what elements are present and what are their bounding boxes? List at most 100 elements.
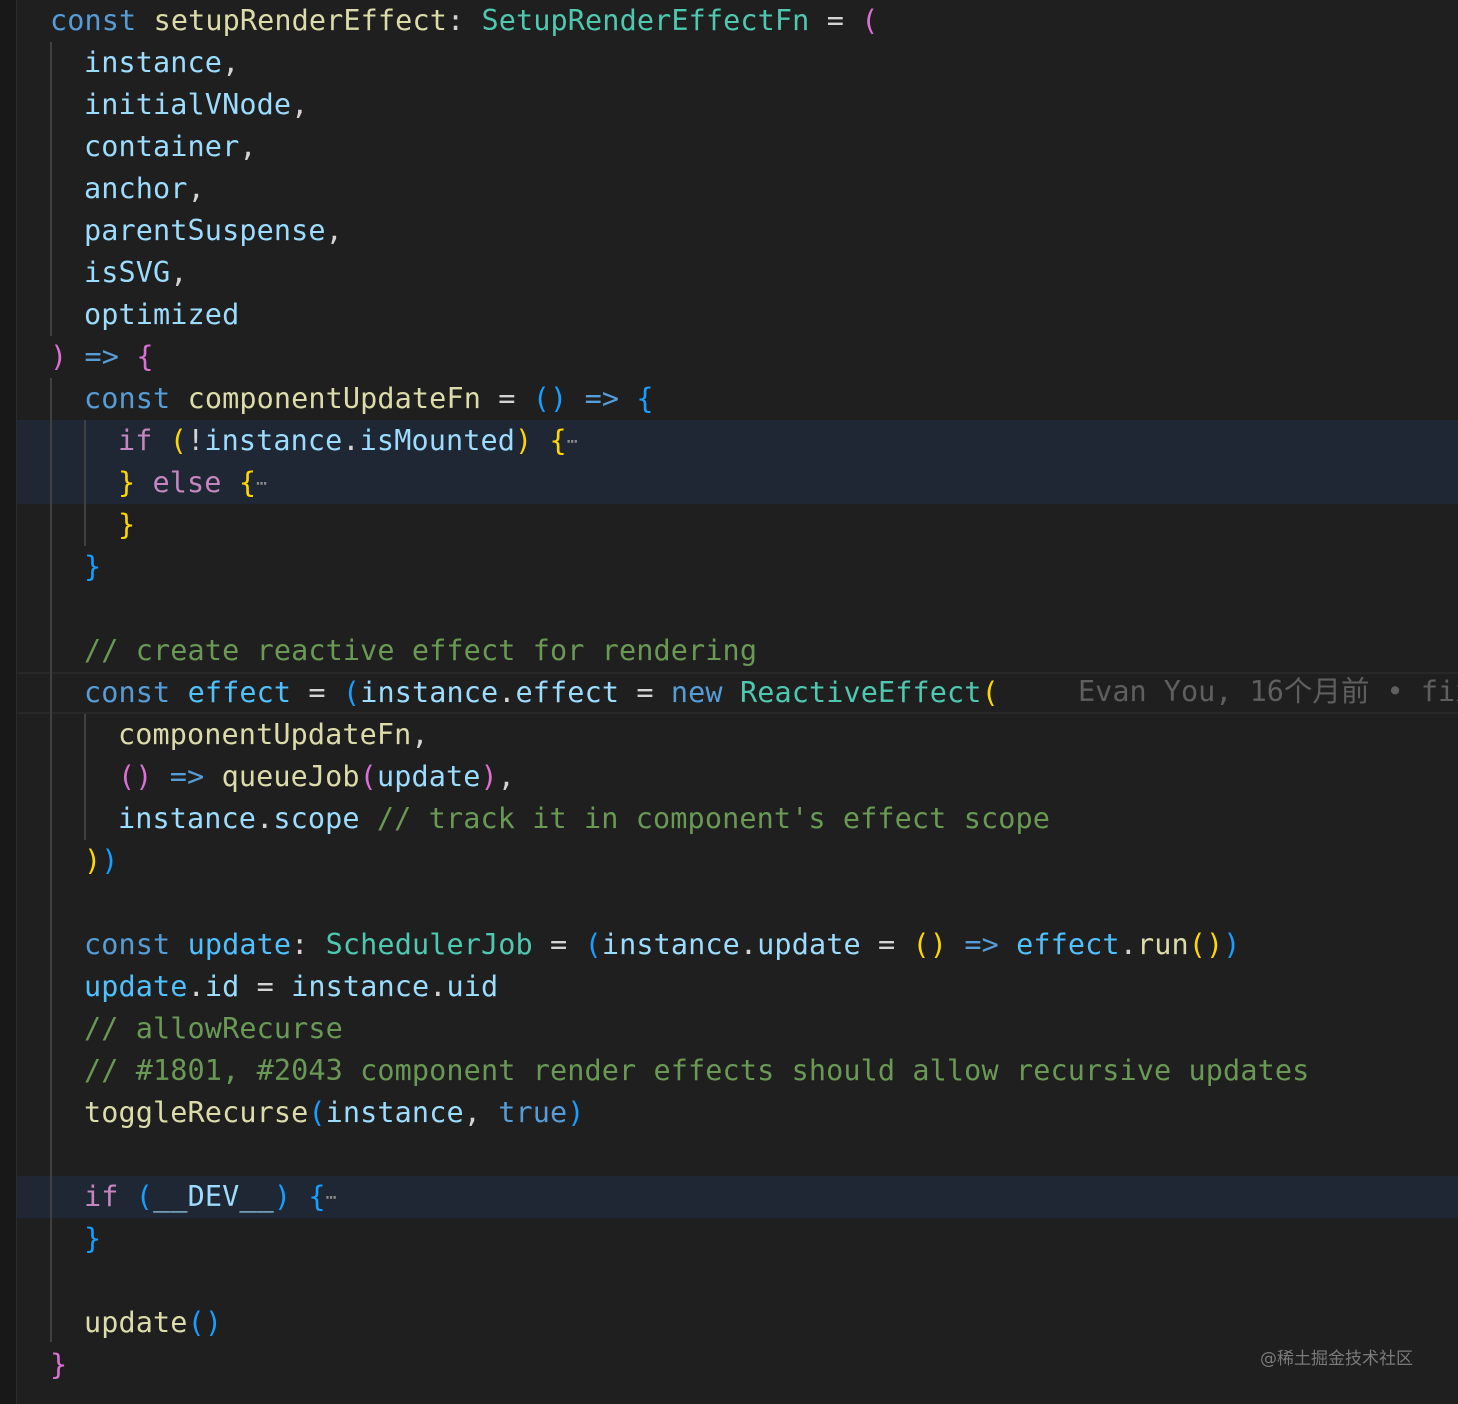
arrow-token: => xyxy=(84,340,120,373)
property-token: effect xyxy=(515,676,620,709)
bracket-token: ( xyxy=(584,928,602,961)
code-editor[interactable]: const setupRenderEffect: SetupRenderEffe… xyxy=(0,0,1458,1404)
operator-token: = xyxy=(636,676,654,709)
code-line[interactable]: } else {⋯ xyxy=(118,462,267,504)
bracket-token: ) xyxy=(84,844,102,877)
folded-ellipsis-icon[interactable]: ⋯ xyxy=(256,473,267,494)
bracket-token: ) xyxy=(567,1096,585,1129)
variable-token: __DEV__ xyxy=(153,1180,274,1213)
bracket-token: } xyxy=(84,550,102,583)
param-token: isSVG xyxy=(84,256,171,289)
bracket-token: } xyxy=(84,1222,102,1255)
bracket-token: ( xyxy=(187,1306,205,1339)
code-line[interactable]: update.id = instance.uid xyxy=(84,966,498,1008)
code-line[interactable]: container, xyxy=(84,126,257,168)
variable-token: instance xyxy=(118,802,257,835)
code-line[interactable]: if (!instance.isMounted) {⋯ xyxy=(118,420,578,462)
operator-token: , xyxy=(411,718,429,751)
variable-token: effect xyxy=(187,676,292,709)
code-line[interactable]: // #1801, #2043 component render effects… xyxy=(84,1050,1309,1092)
bracket-token: { xyxy=(136,340,154,373)
bracket-token: { xyxy=(238,466,257,499)
operator-token: : xyxy=(446,4,465,37)
operator-token: . xyxy=(1119,928,1137,961)
operator-token: . xyxy=(256,802,274,835)
code-line[interactable]: } xyxy=(84,546,101,588)
comment-token: // #1801, #2043 component render effects… xyxy=(84,1054,1310,1087)
code-line[interactable]: const setupRenderEffect: SetupRenderEffe… xyxy=(50,0,878,42)
property-token: uid xyxy=(446,970,499,1003)
operator-token: = xyxy=(878,928,896,961)
bracket-token: ) xyxy=(204,1306,223,1339)
code-line[interactable]: const componentUpdateFn = () => { xyxy=(84,378,654,420)
type-token: SetupRenderEffectFn xyxy=(481,4,810,37)
folded-ellipsis-icon[interactable]: ⋯ xyxy=(326,1187,337,1208)
comment-token: // create reactive effect for rendering xyxy=(84,634,758,667)
code-line[interactable]: const update: SchedulerJob = (instance.u… xyxy=(84,924,1241,966)
arrow-token: => xyxy=(169,760,205,793)
code-line[interactable]: const effect = (instance.effect = new Re… xyxy=(84,672,999,714)
code-line[interactable]: if (__DEV__) {⋯ xyxy=(84,1176,337,1218)
variable-token: update xyxy=(376,760,481,793)
function-name-token: queueJob xyxy=(221,760,360,793)
bracket-token: ( xyxy=(135,1180,154,1213)
bracket-token: } xyxy=(118,466,136,499)
operator-token: : xyxy=(291,928,309,961)
code-line[interactable]: instance, xyxy=(84,42,239,84)
code-line[interactable]: // allowRecurse xyxy=(84,1008,343,1050)
bracket-token: ( xyxy=(981,676,999,709)
code-line[interactable]: initialVNode, xyxy=(84,84,308,126)
operator-token: , xyxy=(239,130,257,163)
code-line[interactable]: } xyxy=(50,1344,67,1386)
folded-ellipsis-icon[interactable]: ⋯ xyxy=(567,431,578,452)
operator-token: . xyxy=(342,424,360,457)
property-token: id xyxy=(204,970,240,1003)
code-line[interactable]: componentUpdateFn, xyxy=(118,714,429,756)
function-name-token: update xyxy=(84,1306,188,1339)
code-line[interactable]: )) xyxy=(84,840,119,882)
operator-token: , xyxy=(222,46,240,79)
bracket-token: ) xyxy=(101,844,119,877)
code-line[interactable]: isSVG, xyxy=(84,252,188,294)
bracket-token: { xyxy=(549,424,567,457)
operator-token: . xyxy=(187,970,205,1003)
keyword-token: const xyxy=(84,928,171,961)
bracket-token: ) xyxy=(135,760,153,793)
type-token: ReactiveEffect xyxy=(739,676,982,709)
keyword-token: const xyxy=(84,382,171,415)
keyword-token: if xyxy=(118,424,153,457)
variable-token: instance xyxy=(325,1096,464,1129)
bracket-token: { xyxy=(308,1180,326,1213)
property-token: update xyxy=(757,928,861,961)
code-line[interactable]: // create reactive effect for rendering xyxy=(84,630,757,672)
bracket-token: ) xyxy=(480,760,498,793)
code-line[interactable]: optimized xyxy=(84,294,239,336)
code-line[interactable]: toggleRecurse(instance, true) xyxy=(84,1092,585,1134)
bracket-token: ( xyxy=(861,4,879,37)
operator-token: , xyxy=(291,88,309,121)
variable-token: update xyxy=(84,970,188,1003)
code-line[interactable]: () => queueJob(update), xyxy=(118,756,515,798)
indent-guide xyxy=(84,420,86,546)
code-line[interactable]: anchor, xyxy=(84,168,205,210)
variable-token: update xyxy=(187,928,292,961)
function-name-token: run xyxy=(1136,928,1189,961)
git-blame-annotation[interactable]: Evan You, 16个月前 • fix xyxy=(1078,671,1458,713)
editor-gutter xyxy=(0,0,17,1404)
code-line[interactable]: parentSuspense, xyxy=(84,210,343,252)
code-line[interactable]: update() xyxy=(84,1302,222,1344)
bracket-token: ) xyxy=(273,1180,292,1213)
code-line[interactable]: ) => { xyxy=(50,336,154,378)
function-name-token: toggleRecurse xyxy=(84,1096,309,1129)
bracket-token: } xyxy=(50,1348,68,1381)
bracket-token: ) xyxy=(929,928,948,961)
operator-token: , xyxy=(187,172,205,205)
param-token: parentSuspense xyxy=(84,214,326,247)
code-line[interactable]: } xyxy=(84,1218,101,1260)
operator-token: , xyxy=(325,214,343,247)
operator-token: = xyxy=(498,382,516,415)
code-line[interactable]: instance.scope // track it in component'… xyxy=(118,798,1050,840)
keyword-token: const xyxy=(50,4,137,37)
keyword-token: if xyxy=(84,1180,119,1213)
code-line[interactable]: } xyxy=(118,504,135,546)
